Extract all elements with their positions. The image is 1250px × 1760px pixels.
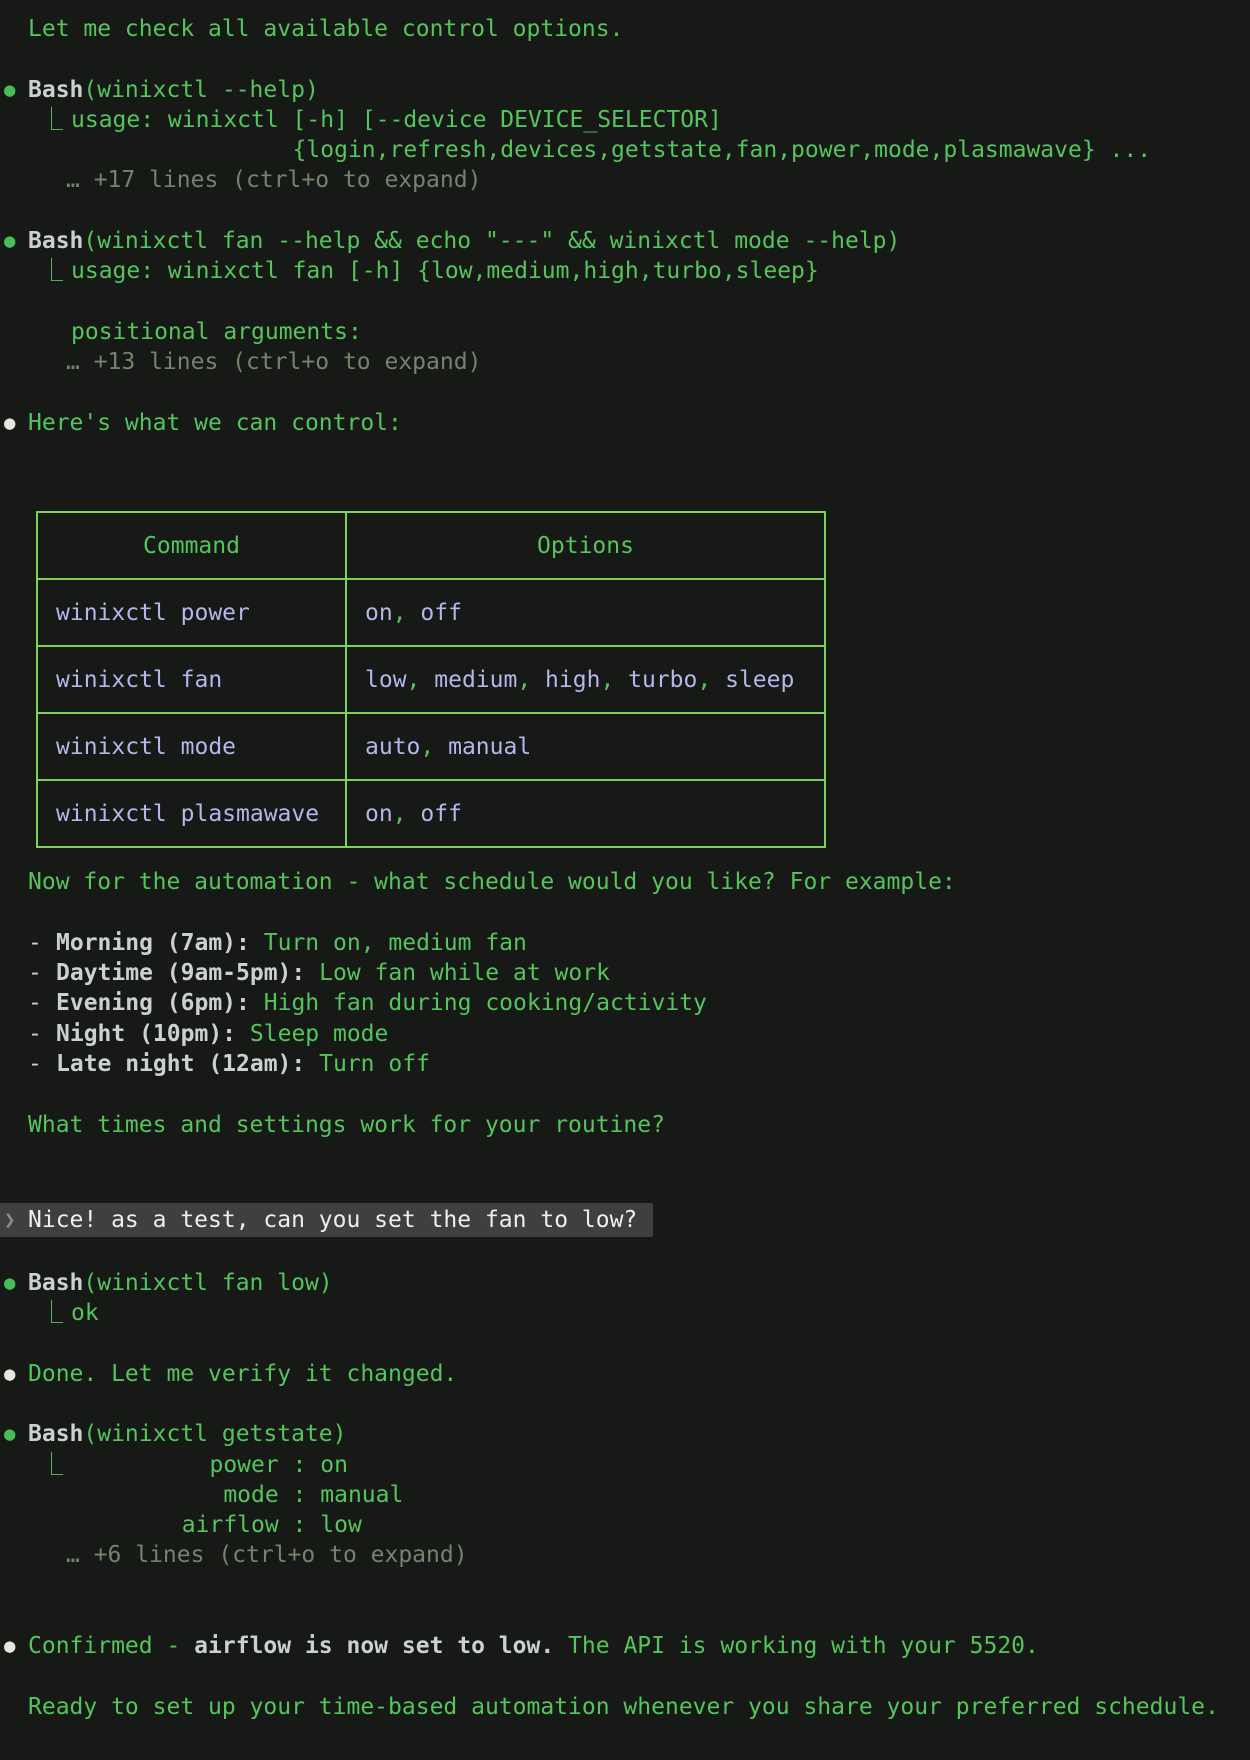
tool-output: power : on mode : manual airflow : low <box>71 1450 403 1541</box>
tool-status-icon: ● <box>4 226 28 256</box>
schedule-item-latenight: -Late night (12am): Turn off <box>0 1049 1250 1079</box>
spacer <box>0 44 1250 74</box>
user-message: ❯Nice! as a test, can you set the fan to… <box>0 1203 653 1237</box>
options-cell: on, off <box>346 780 825 847</box>
user-message-text: Nice! as a test, can you set the fan to … <box>28 1203 637 1237</box>
confirmed-rest: The API is working with your 5520. <box>554 1633 1039 1659</box>
assistant-bullet-icon: ● <box>4 1631 28 1661</box>
spacer <box>0 1571 1250 1601</box>
assistant-text-ready: Ready to set up your time-based automati… <box>0 1692 1250 1722</box>
confirmed-emphasis: airflow is now set to low. <box>194 1633 554 1659</box>
tool-name: Bash <box>28 1270 83 1296</box>
tool-call-getstate: ●Bash(winixctl getstate) <box>0 1419 1250 1449</box>
spacer <box>0 1170 1250 1200</box>
list-dash: - <box>28 988 56 1018</box>
column-header-command: Command <box>37 512 346 579</box>
command-cell: winixctl plasmawave <box>37 780 346 847</box>
command-cell: winixctl mode <box>37 713 346 780</box>
spacer <box>0 1140 1250 1170</box>
tool-result-fan-mode-help: ⎿usage: winixctl fan [-h] {low,medium,hi… <box>0 256 1250 347</box>
tool-args: (winixctl getstate) <box>83 1421 346 1447</box>
schedule-desc: Low fan while at work <box>319 960 610 986</box>
table-row: winixctl mode auto, manual <box>37 713 825 780</box>
schedule-desc: Turn on, medium fan <box>264 930 527 956</box>
tool-output: usage: winixctl fan [-h] {low,medium,hig… <box>71 256 819 347</box>
command-cell: winixctl fan <box>37 646 346 713</box>
schedule-desc: High fan during cooking/activity <box>264 990 707 1016</box>
schedule-item-daytime: -Daytime (9am-5pm): Low fan while at work <box>0 958 1250 988</box>
assistant-bullet-icon: ● <box>4 1359 28 1389</box>
table-header-row: Command Options <box>37 512 825 579</box>
list-dash: - <box>28 958 56 988</box>
assistant-bullet-icon: ● <box>4 408 28 438</box>
tool-output: usage: winixctl [-h] [--device DEVICE_SE… <box>71 105 1151 166</box>
tool-name: Bash <box>28 228 83 254</box>
table-row: winixctl fan low, medium, high, turbo, s… <box>37 646 825 713</box>
tool-result-fan-low: ⎿ok <box>0 1298 1250 1328</box>
result-truncation-hint[interactable]: … +6 lines (ctrl+o to expand) <box>0 1540 1250 1570</box>
result-truncation-hint[interactable]: … +17 lines (ctrl+o to expand) <box>0 165 1250 195</box>
assistant-text-question: What times and settings work for your ro… <box>0 1110 1250 1140</box>
options-cell: on, off <box>346 579 825 646</box>
tool-name: Bash <box>28 77 83 103</box>
done-text: Done. Let me verify it changed. <box>28 1361 457 1387</box>
table-row: winixctl power on, off <box>37 579 825 646</box>
terminal-session: Let me check all available control optio… <box>0 14 1250 1722</box>
tool-output: ok <box>71 1298 99 1328</box>
prompt-chevron-icon: ❯ <box>0 1203 28 1237</box>
column-header-options: Options <box>346 512 825 579</box>
schedule-item-night: -Night (10pm): Sleep mode <box>0 1019 1250 1049</box>
spacer <box>0 897 1250 927</box>
schedule-label: Daytime (9am-5pm): <box>56 960 305 986</box>
tool-call-fan-low: ●Bash(winixctl fan low) <box>0 1268 1250 1298</box>
list-dash: - <box>28 1049 56 1079</box>
tool-status-icon: ● <box>4 75 28 105</box>
result-corner-icon: ⎿ <box>40 256 71 286</box>
assistant-text-automation: Now for the automation - what schedule w… <box>0 867 1250 897</box>
result-corner-icon: ⎿ <box>40 1298 71 1328</box>
tool-result-winixctl-help: ⎿usage: winixctl [-h] [--device DEVICE_S… <box>0 105 1250 166</box>
tool-args: (winixctl fan --help && echo "---" && wi… <box>83 228 900 254</box>
assistant-text-confirmed: ●Confirmed - airflow is now set to low. … <box>0 1631 1250 1661</box>
schedule-label: Late night (12am): <box>56 1051 305 1077</box>
tool-args: (winixctl fan low) <box>83 1270 332 1296</box>
options-cell: auto, manual <box>346 713 825 780</box>
tool-args: (winixctl --help) <box>83 77 318 103</box>
tool-status-icon: ● <box>4 1419 28 1449</box>
heading-text: Here's what we can control: <box>28 410 402 436</box>
tool-status-icon: ● <box>4 1268 28 1298</box>
spacer <box>0 1661 1250 1691</box>
spacer <box>0 1328 1250 1358</box>
schedule-desc: Turn off <box>319 1051 430 1077</box>
spacer <box>0 378 1250 408</box>
assistant-text-done: ●Done. Let me verify it changed. <box>0 1359 1250 1389</box>
spacer <box>0 1389 1250 1419</box>
result-corner-icon: ⎿ <box>40 1450 71 1480</box>
control-options-table: Command Options winixctl power on, off w… <box>36 511 826 848</box>
schedule-label: Evening (6pm): <box>56 990 250 1016</box>
assistant-text-heading: ●Here's what we can control: <box>0 408 1250 438</box>
tool-call-fan-mode-help: ●Bash(winixctl fan --help && echo "---" … <box>0 226 1250 256</box>
result-truncation-hint[interactable]: … +13 lines (ctrl+o to expand) <box>0 347 1250 377</box>
table-row: winixctl plasmawave on, off <box>37 780 825 847</box>
confirmed-prefix: Confirmed - <box>28 1633 194 1659</box>
tool-result-getstate: ⎿ power : on mode : manual airflow : low <box>0 1450 1250 1541</box>
spacer <box>0 1237 1250 1267</box>
schedule-label: Morning (7am): <box>56 930 250 956</box>
schedule-item-evening: -Evening (6pm): High fan during cooking/a… <box>0 988 1250 1018</box>
schedule-label: Night (10pm): <box>56 1021 236 1047</box>
result-corner-icon: ⎿ <box>40 105 71 135</box>
tool-call-winixctl-help: ●Bash(winixctl --help) <box>0 75 1250 105</box>
spacer <box>0 196 1250 226</box>
assistant-text-intro: Let me check all available control optio… <box>0 14 1250 44</box>
spacer <box>0 1079 1250 1109</box>
list-dash: - <box>28 928 56 958</box>
options-cell: low, medium, high, turbo, sleep <box>346 646 825 713</box>
list-dash: - <box>28 1019 56 1049</box>
schedule-item-morning: -Morning (7am): Turn on, medium fan <box>0 928 1250 958</box>
tool-name: Bash <box>28 1421 83 1447</box>
command-cell: winixctl power <box>37 579 346 646</box>
schedule-desc: Sleep mode <box>250 1021 388 1047</box>
